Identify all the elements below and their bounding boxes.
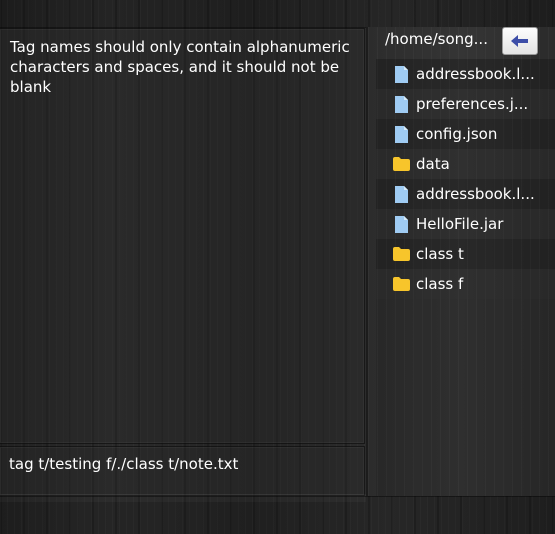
folder-name: class t — [416, 245, 464, 263]
command-input[interactable] — [9, 454, 354, 474]
file-name: preferences.j... — [416, 95, 529, 113]
folder-icon — [391, 154, 411, 174]
file-list-item[interactable]: HelloFile.jar — [376, 209, 555, 239]
file-list-item[interactable]: addressbook.l... — [376, 59, 555, 89]
main-pane: Tag names should only contain alphanumer… — [0, 27, 366, 496]
file-name: addressbook.l... — [416, 185, 535, 203]
file-icon — [391, 94, 411, 114]
folder-icon — [391, 244, 411, 264]
folder-list-item[interactable]: class f — [376, 269, 555, 299]
file-list-item[interactable]: preferences.j... — [376, 89, 555, 119]
command-box[interactable] — [0, 446, 365, 496]
file-icon — [391, 124, 411, 144]
back-button[interactable] — [502, 27, 538, 55]
file-list-item[interactable]: addressbook.l... — [376, 179, 555, 209]
current-path: /home/song... — [385, 30, 488, 48]
file-name: addressbook.l... — [416, 65, 535, 83]
file-list: addressbook.l... preferences.j... config… — [376, 59, 555, 299]
file-list-empty-area — [376, 299, 555, 496]
folder-icon — [391, 274, 411, 294]
file-name: config.json — [416, 125, 498, 143]
bottom-bar — [0, 496, 555, 534]
file-name: HelloFile.jar — [416, 215, 504, 233]
result-display: Tag names should only contain alphanumer… — [0, 28, 365, 444]
file-list-item[interactable]: config.json — [376, 119, 555, 149]
file-icon — [391, 214, 411, 234]
app-window: Tag names should only contain alphanumer… — [0, 0, 555, 534]
top-bar — [0, 0, 555, 27]
folder-list-item[interactable]: class t — [376, 239, 555, 269]
result-message: Tag names should only contain alphanumer… — [10, 38, 355, 96]
arrow-left-icon — [511, 35, 528, 47]
file-icon — [391, 184, 411, 204]
folder-name: class f — [416, 275, 464, 293]
file-browser-pane: /home/song... addressbook.l... preferenc… — [368, 27, 555, 496]
folder-list-item[interactable]: data — [376, 149, 555, 179]
folder-name: data — [416, 155, 450, 173]
file-icon — [391, 64, 411, 84]
